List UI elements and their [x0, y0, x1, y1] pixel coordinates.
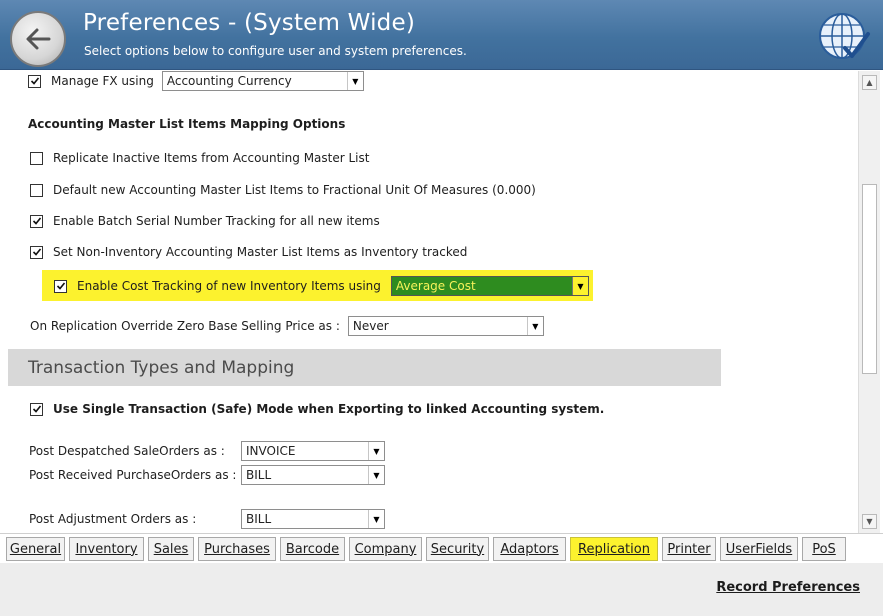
chevron-down-icon: ▼ [368, 510, 384, 528]
cost-method-value: Average Cost [395, 279, 476, 293]
post-sale-value: INVOICE [246, 444, 296, 458]
vertical-scrollbar[interactable]: ▲ ▼ [858, 71, 880, 533]
section-header: Transaction Types and Mapping [8, 349, 721, 386]
override-value: Never [352, 319, 389, 333]
tab-general[interactable]: General [6, 537, 65, 561]
preferences-panel: Manage FX using Accounting Currency ▼ Ac… [0, 71, 858, 533]
chevron-down-icon: ▼ [346, 72, 363, 90]
manage-fx-value: Accounting Currency [166, 74, 292, 88]
manage-fx-label: Manage FX using [51, 74, 154, 88]
tab-inventory[interactable]: Inventory [69, 537, 144, 561]
post-sale-label: Post Despatched SaleOrders as : [29, 444, 225, 458]
override-row: On Replication Override Zero Base Sellin… [30, 315, 544, 337]
chevron-down-icon: ▼ [368, 466, 384, 484]
footer-bar: Record Preferences [0, 563, 883, 616]
chevron-down-icon: ▼ [368, 442, 384, 460]
post-adjust-label: Post Adjustment Orders as : [29, 512, 197, 526]
single-mode-checkbox[interactable] [30, 402, 43, 416]
tab-security[interactable]: Security [426, 537, 489, 561]
single-mode-label: Use Single Transaction (Safe) Mode when … [53, 402, 605, 416]
checkmark-icon [30, 77, 39, 85]
checkmark-icon [32, 248, 41, 256]
option-row: Set Non-Inventory Accounting Master List… [30, 243, 467, 261]
scroll-up-button[interactable]: ▲ [862, 75, 877, 90]
tab-adaptors[interactable]: Adaptors [493, 537, 566, 561]
globe-check-icon [819, 13, 870, 59]
page-subtitle: Select options below to configure user a… [84, 44, 467, 58]
cost-method-select[interactable]: Average Cost ▼ [390, 276, 589, 296]
tab-printer[interactable]: Printer [662, 537, 716, 561]
replicate-inactive-checkbox[interactable] [30, 151, 43, 165]
header-bar: Preferences - (System Wide) Select optio… [0, 0, 883, 70]
checkmark-icon [32, 217, 41, 225]
mapping-heading: Accounting Master List Items Mapping Opt… [28, 117, 346, 131]
option-label: Default new Accounting Master List Items… [53, 183, 536, 197]
fx-row: Manage FX using Accounting Currency ▼ [28, 71, 364, 91]
override-select[interactable]: Never ▼ [347, 316, 544, 336]
tab-userfields[interactable]: UserFields [720, 537, 798, 561]
batch-serial-checkbox[interactable] [30, 214, 43, 228]
tab-company[interactable]: Company [349, 537, 422, 561]
cost-tracking-label: Enable Cost Tracking of new Inventory It… [77, 279, 381, 293]
record-preferences-link[interactable]: Record Preferences [716, 580, 860, 595]
manage-fx-checkbox[interactable] [28, 74, 41, 88]
checkmark-icon [32, 405, 41, 413]
override-label: On Replication Override Zero Base Sellin… [30, 319, 340, 333]
option-label: Set Non-Inventory Accounting Master List… [53, 245, 468, 259]
option-row: Enable Batch Serial Number Tracking for … [30, 212, 380, 230]
option-label: Enable Batch Serial Number Tracking for … [53, 214, 380, 228]
post-adjust-select[interactable]: BILL ▼ [241, 509, 385, 529]
cost-tracking-row: Enable Cost Tracking of new Inventory It… [54, 275, 589, 297]
back-button[interactable] [10, 11, 66, 67]
chevron-down-icon: ▼ [571, 277, 588, 295]
page-title: Preferences - (System Wide) [83, 10, 415, 36]
tab-purchases[interactable]: Purchases [198, 537, 276, 561]
option-row: Default new Accounting Master List Items… [30, 181, 536, 199]
post-adjust-row: Post Adjustment Orders as : BILL ▼ [29, 508, 385, 530]
checkmark-icon [56, 282, 65, 290]
tab-pos[interactable]: PoS [802, 537, 846, 561]
non-inventory-tracked-checkbox[interactable] [30, 245, 43, 259]
option-label: Replicate Inactive Items from Accounting… [53, 151, 370, 165]
manage-fx-select[interactable]: Accounting Currency ▼ [161, 71, 364, 91]
post-purchase-label: Post Received PurchaseOrders as : [29, 468, 237, 482]
option-row: Replicate Inactive Items from Accounting… [30, 149, 369, 167]
post-purchase-row: Post Received PurchaseOrders as : BILL ▼ [29, 464, 385, 486]
cost-tracking-checkbox[interactable] [54, 279, 67, 293]
fractional-uom-checkbox[interactable] [30, 183, 43, 197]
tab-sales[interactable]: Sales [148, 537, 194, 561]
scroll-thumb[interactable] [862, 184, 877, 374]
post-purchase-value: BILL [246, 468, 272, 482]
mapping-heading-row: Accounting Master List Items Mapping Opt… [28, 115, 345, 133]
chevron-down-icon: ▼ [526, 317, 543, 335]
tab-bar: General Inventory Sales Purchases Barcod… [0, 533, 883, 563]
tab-replication[interactable]: Replication [570, 537, 658, 561]
post-purchase-select[interactable]: BILL ▼ [241, 465, 385, 485]
post-adjust-value: BILL [246, 512, 272, 526]
arrow-left-icon [26, 28, 51, 50]
tab-barcode[interactable]: Barcode [280, 537, 345, 561]
single-mode-row: Use Single Transaction (Safe) Mode when … [30, 400, 604, 418]
post-sale-row: Post Despatched SaleOrders as : INVOICE … [29, 440, 385, 462]
post-sale-select[interactable]: INVOICE ▼ [241, 441, 385, 461]
scroll-down-button[interactable]: ▼ [862, 514, 877, 529]
